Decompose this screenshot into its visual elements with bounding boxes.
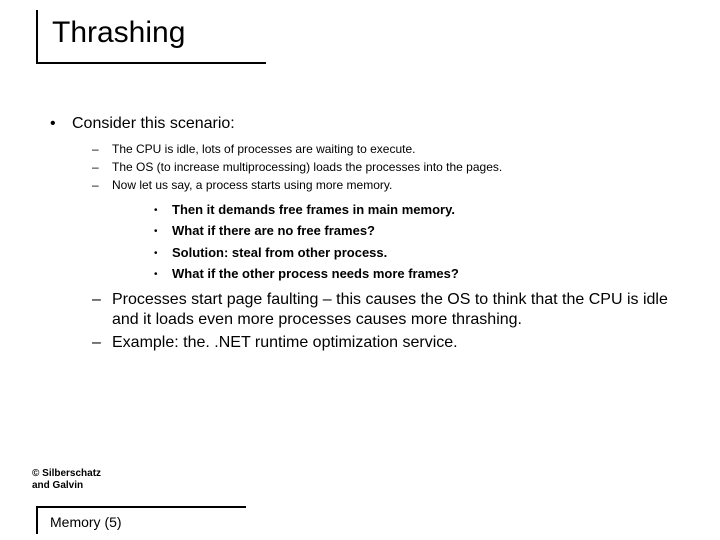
footer-text: Memory (5) [50, 514, 246, 530]
copyright-line: and Galvin [32, 480, 101, 492]
bullet-dot-icon: • [154, 243, 172, 263]
slide-body: • Consider this scenario: – The CPU is i… [50, 115, 690, 356]
dash-icon: – [92, 290, 112, 332]
level3-text: Then it demands free frames in main memo… [172, 200, 455, 220]
level2-text: The OS (to increase multiprocessing) loa… [112, 159, 502, 175]
level2-text: Now let us say, a process starts using m… [112, 177, 392, 193]
dash-icon: – [92, 141, 112, 157]
level3-group: • Then it demands free frames in main me… [154, 200, 690, 284]
bullet-level3: • Solution: steal from other process. [154, 243, 690, 263]
bullet-level2-big: – Processes start page faulting – this c… [92, 290, 690, 332]
bullet-dot-icon: • [154, 200, 172, 220]
level3-text: What if the other process needs more fra… [172, 264, 459, 284]
bullet-level3: • What if there are no free frames? [154, 221, 690, 241]
dash-icon: – [92, 333, 112, 354]
copyright: © Silberschatz and Galvin [32, 468, 101, 492]
level2-text: Processes start page faulting – this cau… [112, 290, 690, 332]
slide-title: Thrashing [52, 16, 266, 50]
bullet-level2: – The CPU is idle, lots of processes are… [92, 141, 690, 157]
level2-text: The CPU is idle, lots of processes are w… [112, 141, 415, 157]
bullet-level1: • Consider this scenario: [50, 115, 690, 133]
bullet-dot-icon: • [50, 115, 72, 133]
bullet-level2-big: – Example: the. .NET runtime optimizatio… [92, 333, 690, 354]
level3-text: What if there are no free frames? [172, 221, 375, 241]
level1-text: Consider this scenario: [72, 115, 235, 133]
level3-text: Solution: steal from other process. [172, 243, 387, 263]
level2-group: – The CPU is idle, lots of processes are… [92, 141, 690, 354]
bullet-level3: • What if the other process needs more f… [154, 264, 690, 284]
footer-frame: Memory (5) [36, 506, 246, 534]
level2-text: Example: the. .NET runtime optimization … [112, 333, 458, 354]
title-frame: Thrashing [36, 10, 266, 64]
copyright-line: © Silberschatz [32, 468, 101, 480]
bullet-level2: – Now let us say, a process starts using… [92, 177, 690, 193]
bullet-level3: • Then it demands free frames in main me… [154, 200, 690, 220]
dash-icon: – [92, 177, 112, 193]
dash-icon: – [92, 159, 112, 175]
bullet-level2: – The OS (to increase multiprocessing) l… [92, 159, 690, 175]
bullet-dot-icon: • [154, 264, 172, 284]
bullet-dot-icon: • [154, 221, 172, 241]
